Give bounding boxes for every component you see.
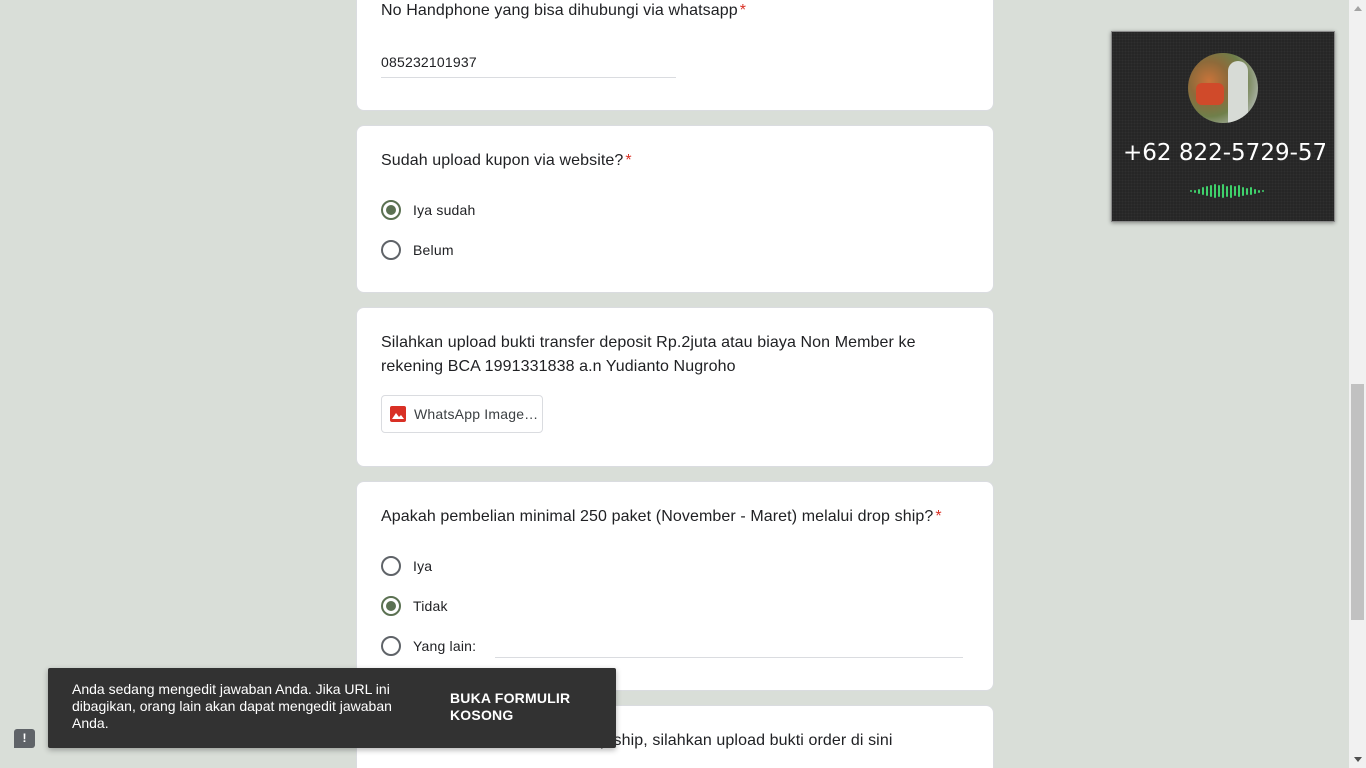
avatar-detail bbox=[1228, 61, 1248, 123]
question-title: Apakah pembelian minimal 250 paket (Nove… bbox=[381, 505, 942, 529]
audio-wave-icon bbox=[1190, 184, 1264, 198]
uploaded-file-chip[interactable]: WhatsApp Image… bbox=[381, 395, 543, 433]
question-title: No Handphone yang bisa dihubungi via wha… bbox=[381, 0, 969, 23]
question-card-dropship: Apakah pembelian minimal 250 paket (Nove… bbox=[356, 481, 994, 691]
radio-label: Iya sudah bbox=[413, 202, 476, 218]
required-asterisk: * bbox=[935, 508, 942, 525]
question-title-text: Apakah pembelian minimal 250 paket (Nove… bbox=[381, 508, 934, 525]
question-card-phone: No Handphone yang bisa dihubungi via wha… bbox=[356, 0, 994, 111]
radio-label: Yang lain: bbox=[413, 638, 477, 654]
image-icon bbox=[390, 406, 406, 422]
question-card-coupon: Sudah upload kupon via website? * Iya sud… bbox=[356, 125, 994, 293]
scroll-down-arrow-icon[interactable] bbox=[1349, 751, 1366, 768]
radio-button[interactable] bbox=[381, 636, 401, 656]
scroll-up-arrow-icon[interactable] bbox=[1349, 0, 1366, 17]
radio-button-checked[interactable] bbox=[381, 200, 401, 220]
call-overlay-window[interactable]: +62 822-5729-5756 bbox=[1111, 31, 1335, 222]
question-title: Sudah upload kupon via website? * bbox=[381, 149, 632, 173]
phone-answer-input[interactable]: 085232101937 bbox=[381, 52, 676, 78]
snackbar-message: Anda sedang mengedit jawaban Anda. Jika … bbox=[72, 681, 392, 731]
question-card-transfer-upload: Silahkan upload bukti transfer deposit R… bbox=[356, 307, 994, 467]
question-title-text: Sudah upload kupon via website? bbox=[381, 152, 624, 169]
feedback-icon[interactable]: ! bbox=[14, 729, 35, 748]
other-text-input[interactable] bbox=[495, 657, 963, 658]
scrollbar-thumb[interactable] bbox=[1351, 384, 1364, 620]
caller-number: +62 822-5729-5756 bbox=[1123, 140, 1325, 166]
radio-label: Belum bbox=[413, 242, 454, 258]
page-scrollbar[interactable] bbox=[1349, 0, 1366, 768]
question-title-text: p ship, silahkan upload bukti order di s… bbox=[600, 732, 893, 749]
radio-label: Tidak bbox=[413, 598, 448, 614]
radio-button[interactable] bbox=[381, 240, 401, 260]
avatar-detail bbox=[1196, 83, 1224, 105]
open-empty-form-button[interactable]: BUKA FORMULIR KOSONG bbox=[450, 690, 590, 724]
radio-button[interactable] bbox=[381, 556, 401, 576]
required-asterisk: * bbox=[625, 152, 632, 169]
question-title-text: Silahkan upload bukti transfer deposit R… bbox=[381, 334, 916, 375]
caller-avatar bbox=[1188, 53, 1258, 123]
question-title-text: No Handphone yang bisa dihubungi via wha… bbox=[381, 2, 738, 19]
radio-option-other[interactable]: Yang lain: bbox=[381, 636, 476, 656]
radio-option-belum[interactable]: Belum bbox=[381, 240, 454, 260]
radio-option-tidak[interactable]: Tidak bbox=[381, 596, 448, 616]
file-name: WhatsApp Image… bbox=[414, 406, 539, 422]
radio-label: Iya bbox=[413, 558, 433, 574]
edit-snackbar: Anda sedang mengedit jawaban Anda. Jika … bbox=[48, 668, 616, 748]
radio-option-iya-sudah[interactable]: Iya sudah bbox=[381, 200, 476, 220]
required-asterisk: * bbox=[739, 2, 747, 19]
radio-option-iya[interactable]: Iya bbox=[381, 556, 432, 576]
radio-button-checked[interactable] bbox=[381, 596, 401, 616]
